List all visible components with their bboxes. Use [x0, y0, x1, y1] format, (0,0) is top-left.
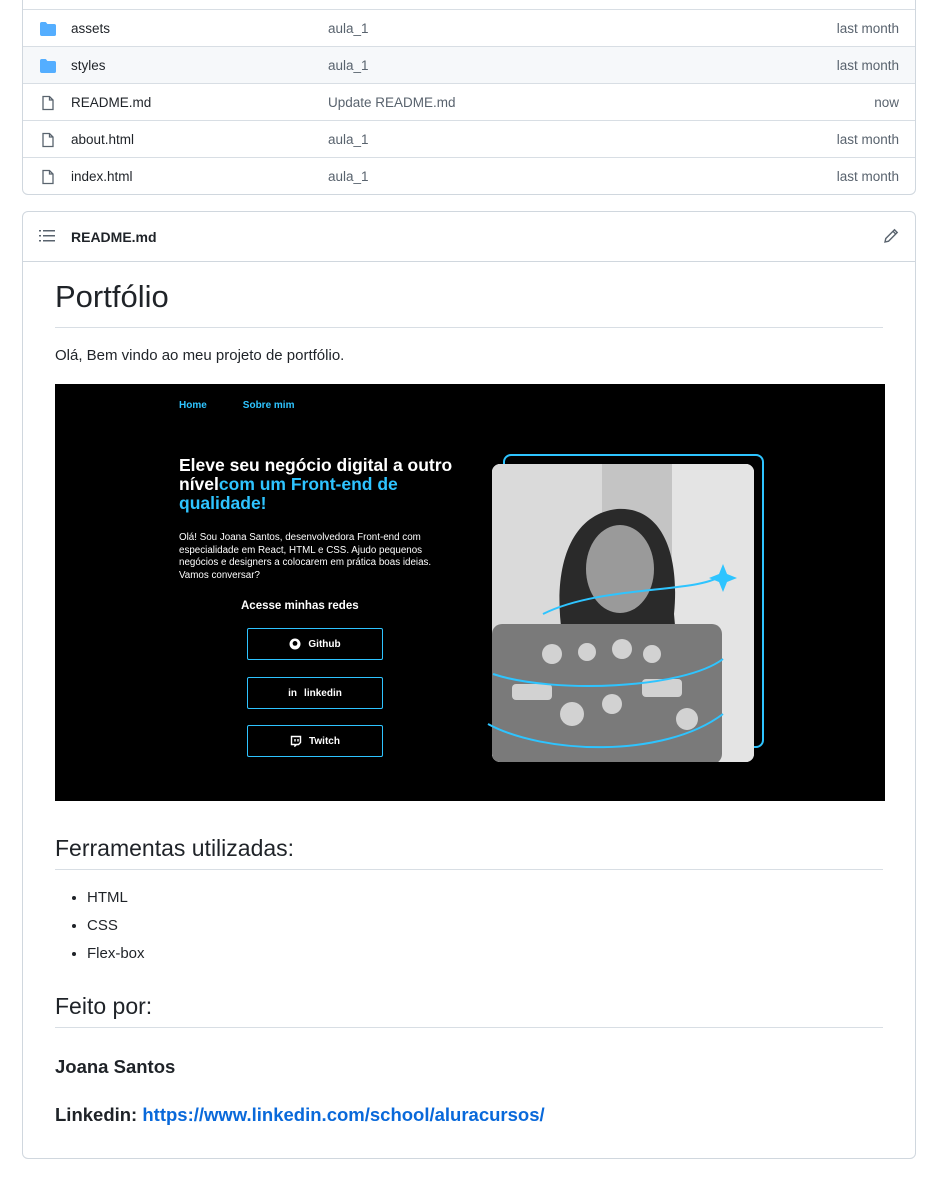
linkedin-link[interactable]: https://www.linkedin.com/school/aluracur… — [142, 1104, 544, 1125]
folder-icon — [40, 22, 56, 36]
divider — [55, 1027, 883, 1028]
tools-list: HTML CSS Flex-box — [55, 888, 145, 972]
linkedin-button: in linkedin — [247, 677, 383, 709]
file-icon — [42, 132, 54, 148]
tools-heading: Ferramentas utilizadas: — [55, 835, 295, 861]
commit-time: last month — [836, 21, 899, 36]
file-list: assets aula_1 last month styles aula_1 l… — [22, 0, 916, 195]
hero-headline: Eleve seu negócio digital a outro nívelc… — [179, 456, 469, 513]
linkedin-line: Linkedin: https://www.linkedin.com/schoo… — [55, 1104, 545, 1126]
file-icon — [42, 169, 54, 185]
nav-sobre: Sobre mim — [242, 400, 295, 411]
nav-home: Home — [179, 400, 207, 411]
file-row-readme[interactable]: README.md Update README.md now — [23, 83, 915, 121]
commit-time: last month — [836, 132, 899, 147]
commit-message[interactable]: aula_1 — [328, 21, 369, 36]
list-item: HTML — [87, 888, 145, 916]
readme-filename[interactable]: README.md — [71, 229, 157, 245]
commit-message[interactable]: aula_1 — [328, 132, 369, 147]
screenshot-nav: Home Sobre mim — [179, 400, 330, 411]
commit-time: last month — [836, 169, 899, 184]
divider — [55, 327, 883, 328]
file-row-assets[interactable]: assets aula_1 last month — [23, 9, 915, 47]
file-name[interactable]: index.html — [71, 169, 133, 184]
outline-list-icon[interactable] — [39, 229, 55, 243]
portfolio-screenshot: Home Sobre mim Eleve seu negócio digital … — [55, 384, 885, 801]
decorative-orbits — [487, 564, 737, 749]
readme-header: README.md — [23, 212, 915, 262]
commit-time: now — [874, 95, 899, 110]
linkedin-label: linkedin — [304, 687, 342, 699]
readme-panel: README.md Portfólio Olá, Bem vindo ao me… — [22, 211, 916, 1159]
file-name[interactable]: assets — [71, 21, 110, 36]
github-label: Github — [308, 638, 341, 650]
commit-time: last month — [836, 58, 899, 73]
file-name[interactable]: README.md — [71, 95, 151, 110]
github-button: Github — [247, 628, 383, 660]
divider — [55, 869, 883, 870]
commit-message[interactable]: aula_1 — [328, 169, 369, 184]
linkedin-label: Linkedin: — [55, 1104, 138, 1125]
file-row-about[interactable]: about.html aula_1 last month — [23, 120, 915, 158]
list-item: CSS — [87, 916, 145, 944]
social-title: Acesse minhas redes — [241, 600, 359, 612]
file-name[interactable]: about.html — [71, 132, 134, 147]
linkedin-icon: in — [288, 687, 298, 699]
made-by-heading: Feito por: — [55, 993, 153, 1019]
pencil-icon[interactable] — [883, 228, 899, 244]
author-name: Joana Santos — [55, 1056, 176, 1077]
commit-message[interactable]: Update README.md — [328, 95, 456, 110]
commit-message[interactable]: aula_1 — [328, 58, 369, 73]
file-row-styles[interactable]: styles aula_1 last month — [23, 46, 915, 84]
file-name[interactable]: styles — [71, 58, 106, 73]
readme-title: Portfólio — [55, 279, 169, 314]
twitch-button: Twitch — [247, 725, 383, 757]
hero-text: Olá! Sou Joana Santos, desenvolvedora Fr… — [179, 532, 432, 581]
file-icon — [42, 95, 54, 111]
twitch-label: Twitch — [309, 735, 340, 747]
intro-text: Olá, Bem vindo ao meu projeto de portfól… — [55, 347, 345, 364]
file-row-index[interactable]: index.html aula_1 last month — [23, 157, 915, 195]
github-icon — [289, 638, 301, 650]
list-item: Flex-box — [87, 944, 145, 972]
twitch-icon — [290, 735, 302, 747]
folder-icon — [40, 59, 56, 73]
